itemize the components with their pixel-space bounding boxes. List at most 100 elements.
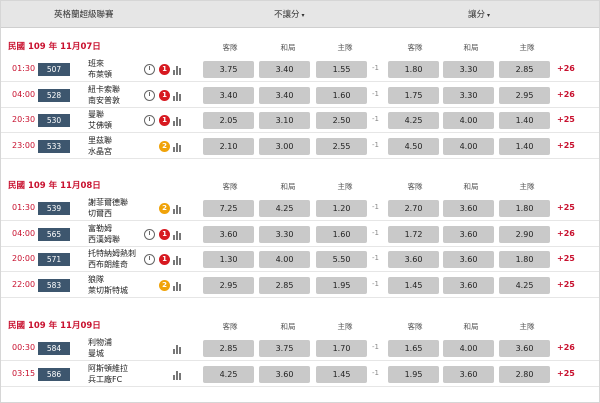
match-row[interactable]: 03:15 586 阿斯頓維拉 兵工廠FC 4.25 3.60 1.45 -1 1.95 3.60… xyxy=(1,362,599,387)
more-markets-link[interactable]: +25 xyxy=(557,254,575,263)
more-markets-link[interactable]: +26 xyxy=(557,90,575,99)
odds-button[interactable]: 7.25 xyxy=(203,200,254,217)
handicap-odds-button[interactable]: 1.72 xyxy=(388,226,439,243)
stats-icon[interactable] xyxy=(173,369,183,380)
handicap-odds-button[interactable]: 1.40 xyxy=(499,138,550,155)
match-row[interactable]: 23:00 533 里茲聯 水晶宮 2 2.10 3.00 2.55 -1 4.50 4.00 1.4… xyxy=(1,134,599,159)
more-markets-link[interactable]: +25 xyxy=(557,115,575,124)
match-row[interactable]: 04:00 565 富勒姆 西漢姆聯 1 3.60 3.30 1.60 -1 1.72 3.60 2.… xyxy=(1,222,599,247)
odds-button[interactable]: 1.60 xyxy=(316,226,367,243)
handicap-odds-button[interactable]: 3.60 xyxy=(443,226,494,243)
match-row[interactable]: 01:30 539 謝菲爾德聯 切爾西 2 7.25 4.25 1.20 -1 2.70 3.60 1… xyxy=(1,196,599,221)
match-teams[interactable]: 富勒姆 西漢姆聯 xyxy=(88,223,120,245)
match-id-badge[interactable]: 528 xyxy=(38,89,70,102)
match-id-badge[interactable]: 571 xyxy=(38,253,70,266)
odds-button[interactable]: 4.00 xyxy=(259,251,310,268)
odds-button[interactable]: 3.00 xyxy=(259,138,310,155)
handicap-odds-button[interactable]: 3.60 xyxy=(443,277,494,294)
handicap-odds-button[interactable]: 4.25 xyxy=(499,277,550,294)
match-teams[interactable]: 班來 布萊頓 xyxy=(88,58,112,80)
handicap-odds-button[interactable]: 2.70 xyxy=(388,200,439,217)
odds-button[interactable]: 4.25 xyxy=(259,200,310,217)
handicap-odds-button[interactable]: 3.60 xyxy=(499,340,550,357)
match-row[interactable]: 22:00 583 狼隊 萊切斯特城 2 2.95 2.85 1.95 -1 1.45 3.60 4.… xyxy=(1,273,599,298)
handicap-odds-button[interactable]: 4.00 xyxy=(443,138,494,155)
match-id-badge[interactable]: 530 xyxy=(38,114,70,127)
match-id-badge[interactable]: 507 xyxy=(38,63,70,76)
match-teams[interactable]: 狼隊 萊切斯特城 xyxy=(88,274,128,296)
handicap-odds-button[interactable]: 4.00 xyxy=(443,112,494,129)
more-markets-link[interactable]: +26 xyxy=(557,229,575,238)
more-markets-link[interactable]: +26 xyxy=(557,64,575,73)
odds-button[interactable]: 1.60 xyxy=(316,87,367,104)
handicap-odds-button[interactable]: 2.95 xyxy=(499,87,550,104)
handicap-odds-button[interactable]: 2.85 xyxy=(499,61,550,78)
match-id-badge[interactable]: 584 xyxy=(38,342,70,355)
odds-button[interactable]: 2.95 xyxy=(203,277,254,294)
match-teams[interactable]: 利物浦 曼城 xyxy=(88,337,112,359)
odds-button[interactable]: 3.75 xyxy=(259,340,310,357)
more-markets-link[interactable]: +25 xyxy=(557,280,575,289)
more-markets-link[interactable]: +25 xyxy=(557,203,575,212)
match-id-badge[interactable]: 565 xyxy=(38,228,70,241)
match-id-badge[interactable]: 539 xyxy=(38,202,70,215)
handicap-odds-button[interactable]: 1.75 xyxy=(388,87,439,104)
stats-icon[interactable] xyxy=(173,90,183,101)
stats-icon[interactable] xyxy=(173,343,183,354)
match-id-badge[interactable]: 583 xyxy=(38,279,70,292)
match-teams[interactable]: 紐卡索聯 南安普敦 xyxy=(88,84,120,106)
match-id-badge[interactable]: 586 xyxy=(38,368,70,381)
handicap-odds-button[interactable]: 3.60 xyxy=(443,366,494,383)
handicap-odds-button[interactable]: 3.30 xyxy=(443,87,494,104)
handicap-odds-button[interactable]: 1.80 xyxy=(388,61,439,78)
match-id-badge[interactable]: 533 xyxy=(38,140,70,153)
handicap-odds-button[interactable]: 1.40 xyxy=(499,112,550,129)
handicap-odds-button[interactable]: 4.50 xyxy=(388,138,439,155)
market-no-handicap-tab[interactable]: 不讓分 ▾ xyxy=(274,8,305,20)
odds-button[interactable]: 1.55 xyxy=(316,61,367,78)
stats-icon[interactable] xyxy=(173,203,183,214)
stats-icon[interactable] xyxy=(173,254,183,265)
more-markets-link[interactable]: +25 xyxy=(557,141,575,150)
odds-button[interactable]: 2.10 xyxy=(203,138,254,155)
handicap-odds-button[interactable]: 1.95 xyxy=(388,366,439,383)
handicap-odds-button[interactable]: 4.25 xyxy=(388,112,439,129)
odds-button[interactable]: 5.50 xyxy=(316,251,367,268)
odds-button[interactable]: 1.95 xyxy=(316,277,367,294)
odds-button[interactable]: 1.30 xyxy=(203,251,254,268)
match-teams[interactable]: 托特納姆熱刺 西布朗維奇 xyxy=(88,248,136,270)
odds-button[interactable]: 2.85 xyxy=(203,340,254,357)
more-markets-link[interactable]: +26 xyxy=(557,343,575,352)
odds-button[interactable]: 2.85 xyxy=(259,277,310,294)
odds-button[interactable]: 2.50 xyxy=(316,112,367,129)
handicap-odds-button[interactable]: 1.65 xyxy=(388,340,439,357)
handicap-odds-button[interactable]: 3.60 xyxy=(443,200,494,217)
odds-button[interactable]: 3.75 xyxy=(203,61,254,78)
match-row[interactable]: 00:30 584 利物浦 曼城 2.85 3.75 1.70 -1 1.65 4.00 3.60 +… xyxy=(1,336,599,361)
odds-button[interactable]: 1.20 xyxy=(316,200,367,217)
odds-button[interactable]: 3.30 xyxy=(259,226,310,243)
match-row[interactable]: 01:30 507 班來 布萊頓 1 3.75 3.40 1.55 -1 1.80 3.30 2.85… xyxy=(1,57,599,82)
stats-icon[interactable] xyxy=(173,229,183,240)
match-row[interactable]: 20:30 530 曼聯 艾佛頓 1 2.05 3.10 2.50 -1 4.25 4.00 1.40… xyxy=(1,108,599,133)
stats-icon[interactable] xyxy=(173,64,183,75)
match-teams[interactable]: 謝菲爾德聯 切爾西 xyxy=(88,197,128,219)
odds-button[interactable]: 1.70 xyxy=(316,340,367,357)
stats-icon[interactable] xyxy=(173,115,183,126)
handicap-odds-button[interactable]: 1.80 xyxy=(499,251,550,268)
match-teams[interactable]: 里茲聯 水晶宮 xyxy=(88,135,112,157)
match-row[interactable]: 04:00 528 紐卡索聯 南安普敦 1 3.40 3.40 1.60 -1 1.75 3.30 2… xyxy=(1,83,599,108)
handicap-odds-button[interactable]: 2.80 xyxy=(499,366,550,383)
odds-button[interactable]: 1.45 xyxy=(316,366,367,383)
match-teams[interactable]: 阿斯頓維拉 兵工廠FC xyxy=(88,363,128,385)
market-handicap-tab[interactable]: 讓分 ▾ xyxy=(468,8,490,20)
handicap-odds-button[interactable]: 4.00 xyxy=(443,340,494,357)
handicap-odds-button[interactable]: 1.80 xyxy=(499,200,550,217)
stats-icon[interactable] xyxy=(173,141,183,152)
odds-button[interactable]: 3.40 xyxy=(203,87,254,104)
handicap-odds-button[interactable]: 2.90 xyxy=(499,226,550,243)
match-row[interactable]: 20:00 571 托特納姆熱刺 西布朗維奇 1 1.30 4.00 5.50 -1 3.60 3.… xyxy=(1,247,599,272)
odds-button[interactable]: 3.60 xyxy=(203,226,254,243)
odds-button[interactable]: 2.55 xyxy=(316,138,367,155)
odds-button[interactable]: 2.05 xyxy=(203,112,254,129)
